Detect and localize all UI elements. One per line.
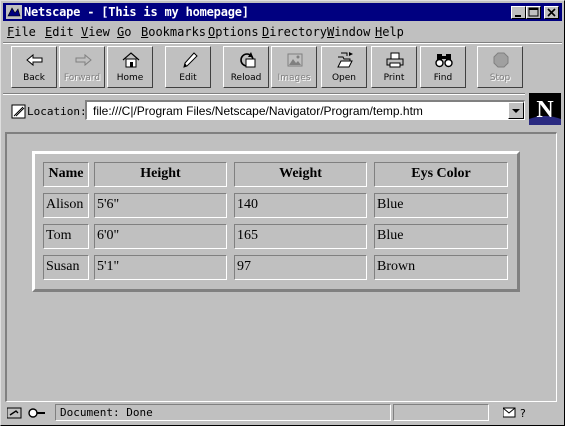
home-button[interactable]: Home [107, 46, 153, 88]
table-cell: 140 [234, 193, 367, 218]
find-label: Find [433, 73, 453, 83]
status-text: Document: Done [60, 406, 153, 419]
printer-icon [386, 52, 404, 68]
table-cell: Susan [43, 255, 89, 280]
images-label: Images [277, 73, 311, 83]
status-panel: Document: Done [55, 404, 391, 421]
stop-button[interactable]: Stop [477, 46, 523, 88]
menu-directory[interactable]: Directory [262, 25, 327, 39]
back-button[interactable]: Back [11, 46, 57, 88]
status-bar: Document: Done ? [3, 403, 562, 423]
minimize-button[interactable] [511, 6, 526, 19]
browser-window: Netscape - [This is my homepage] File Ed… [0, 0, 565, 426]
menu-options[interactable]: Options [208, 25, 259, 39]
toolbar-separator [3, 93, 525, 95]
menu-bookmarks[interactable]: Bookmarks [141, 25, 206, 39]
title-bar: Netscape - [This is my homepage] [3, 3, 562, 21]
print-button[interactable]: Print [371, 46, 417, 88]
forward-label: Forward [63, 73, 101, 83]
table-header-eye-color: Eys Color [374, 162, 508, 187]
progress-panel [393, 404, 489, 421]
open-label: Open [331, 73, 357, 83]
menu-edit[interactable]: Edit [45, 25, 74, 39]
table-cell: 165 [234, 224, 367, 249]
minimize-icon [515, 15, 521, 17]
forward-button[interactable]: Forward [59, 46, 105, 88]
menu-view[interactable]: View [81, 25, 110, 39]
table-header-name: Name [43, 162, 89, 187]
find-button[interactable]: Find [420, 46, 466, 88]
security-key-icon[interactable] [7, 406, 47, 420]
images-icon [287, 53, 303, 67]
page-content: Name Height Weight Eys Color Alison 5'6"… [5, 132, 557, 402]
chevron-down-icon [512, 109, 520, 113]
netscape-n-logo[interactable]: N [529, 93, 561, 125]
table-header-weight: Weight [234, 162, 367, 187]
location-dropdown-button[interactable] [508, 102, 524, 119]
forward-arrow-icon [75, 53, 92, 67]
close-button[interactable] [544, 6, 559, 19]
table-cell: 97 [234, 255, 367, 280]
menu-help[interactable]: Help [375, 25, 404, 39]
location-label: Location: [27, 105, 87, 118]
reload-icon [240, 52, 256, 68]
open-button[interactable]: Open [321, 46, 367, 88]
pencil-icon [183, 52, 198, 68]
reload-label: Reload [230, 73, 262, 83]
svg-text:?: ? [520, 407, 526, 419]
netscape-icon [6, 5, 22, 19]
print-label: Print [383, 73, 405, 83]
reload-button[interactable]: Reload [223, 46, 269, 88]
table-cell: 5'6" [94, 193, 227, 218]
window-title: Netscape - [This is my homepage] [24, 5, 249, 19]
maximize-button[interactable] [526, 6, 541, 19]
svg-text:N: N [536, 97, 554, 123]
menu-separator [3, 42, 562, 44]
binoculars-icon [435, 54, 453, 68]
mail-icon[interactable]: ? [503, 407, 527, 419]
edit-label: Edit [179, 73, 197, 83]
maximize-icon [528, 7, 539, 17]
images-button[interactable]: Images [271, 46, 317, 88]
table-cell: Tom [43, 224, 89, 249]
location-bookmark-icon[interactable] [11, 102, 27, 120]
table-header-height: Height [94, 162, 227, 187]
location-bar: Location: file:///C|/Program Files/Netsc… [5, 96, 527, 128]
edit-button[interactable]: Edit [165, 46, 211, 88]
home-icon [122, 52, 140, 68]
menu-file[interactable]: File [7, 25, 36, 39]
back-label: Back [23, 73, 45, 83]
open-icon [337, 52, 353, 68]
table-cell: 6'0" [94, 224, 227, 249]
location-input[interactable]: file:///C|/Program Files/Netscape/Naviga… [85, 100, 525, 120]
menu-go[interactable]: Go [117, 25, 131, 39]
stop-label: Stop [489, 73, 511, 83]
table-cell: Blue [374, 224, 508, 249]
table-cell: 5'1" [94, 255, 227, 280]
menu-window[interactable]: Window [327, 25, 370, 39]
table-cell: Blue [374, 193, 508, 218]
data-table: Name Height Weight Eys Color Alison 5'6"… [32, 151, 520, 292]
home-label: Home [116, 73, 144, 83]
close-icon [547, 8, 556, 17]
location-url[interactable]: file:///C|/Program Files/Netscape/Naviga… [93, 104, 423, 118]
table-cell: Alison [43, 193, 89, 218]
stop-icon [493, 52, 509, 68]
table-cell: Brown [374, 255, 508, 280]
netscape-logo-icon: N [529, 93, 561, 125]
back-arrow-icon [26, 53, 43, 67]
